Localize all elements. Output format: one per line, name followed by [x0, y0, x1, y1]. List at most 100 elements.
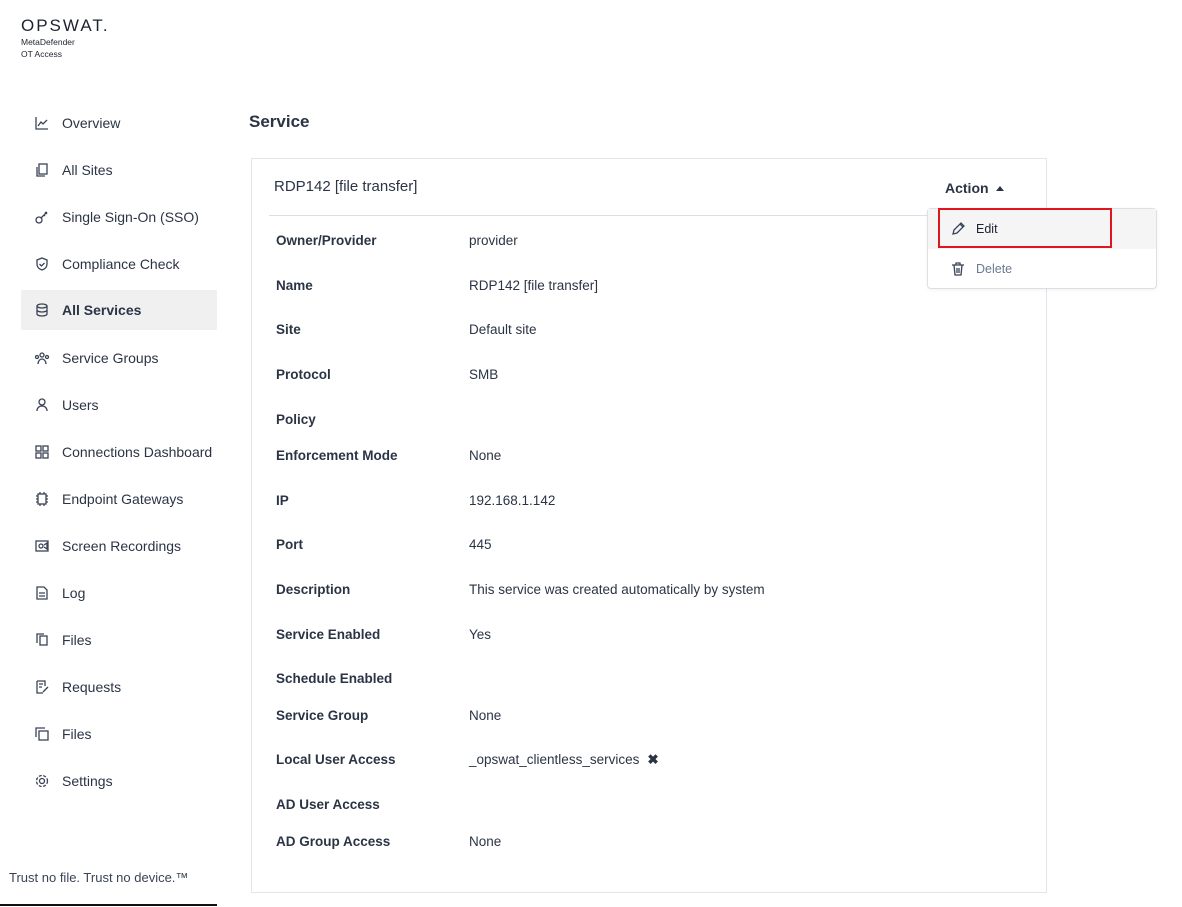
sidebar-item-label: All Sites [62, 161, 113, 178]
field-label: AD User Access [276, 797, 380, 812]
field-label: IP [276, 493, 289, 508]
sidebar-item-label: Users [62, 396, 99, 413]
sidebar-item-overview[interactable]: Overview [21, 99, 217, 146]
sidebar-item-files[interactable]: Files [21, 616, 217, 663]
field-label: AD Group Access [276, 834, 391, 849]
brand-name: OPSWAT. [21, 16, 110, 35]
field-label: Port [276, 537, 303, 552]
edit-note-icon [34, 679, 50, 695]
field-value-text: _opswat_clientless_services [469, 752, 640, 767]
chart-line-icon [34, 115, 50, 131]
video-icon [34, 538, 50, 554]
gear-icon [34, 773, 50, 789]
field-label: Owner/Provider [276, 233, 377, 248]
sidebar-item-settings[interactable]: Settings [21, 757, 217, 804]
sidebar-item-label: Endpoint Gateways [62, 490, 184, 507]
sidebar-item-label: Screen Recordings [62, 537, 182, 554]
sidebar-item-service-groups[interactable]: Service Groups [21, 334, 217, 381]
sidebar-item-label: Single Sign-On (SSO) [62, 208, 199, 225]
field-value-text: None [469, 708, 502, 723]
field-value: None [469, 708, 501, 723]
sidebar-item-files[interactable]: Files [21, 710, 217, 757]
sidebar-item-requests[interactable]: Requests [21, 663, 217, 710]
database-icon [34, 302, 50, 318]
sidebar-item-label: Settings [62, 772, 113, 789]
sidebar-item-log[interactable]: Log [21, 569, 217, 616]
field-value-text: provider [469, 233, 518, 248]
product-line1: MetaDefender [21, 37, 75, 47]
sidebar-item-compliance-check[interactable]: Compliance Check [21, 240, 217, 287]
highlight-box [938, 208, 1112, 248]
action-dropdown-button[interactable]: Action [945, 180, 1004, 196]
field-value: None [469, 448, 501, 463]
sidebar-item-users[interactable]: Users [21, 381, 217, 428]
square-stack-icon [34, 726, 50, 742]
field-label: Local User Access [276, 752, 396, 767]
document-icon [34, 585, 50, 601]
field-label: Policy [276, 412, 316, 427]
field-label: Description [276, 582, 351, 597]
field-label: Service Enabled [276, 627, 381, 642]
chip-icon [34, 491, 50, 507]
field-value-text: SMB [469, 367, 499, 382]
divider [0, 904, 217, 906]
remove-icon[interactable]: ✖ [647, 752, 658, 767]
sidebar-item-screen-recordings[interactable]: Screen Recordings [21, 522, 217, 569]
copy-icon [34, 162, 50, 178]
card-title: RDP142 [file transfer] [274, 178, 418, 195]
action-label: Action [945, 180, 989, 196]
product-line2: OT Access [21, 49, 62, 59]
field-value: provider [469, 233, 518, 248]
field-value-text: None [469, 834, 502, 849]
field-label: Site [276, 322, 301, 337]
field-value: 192.168.1.142 [469, 493, 555, 508]
field-value-text: 445 [469, 537, 492, 552]
sidebar-item-endpoint-gateways[interactable]: Endpoint Gateways [21, 475, 217, 522]
field-label: Schedule Enabled [276, 671, 393, 686]
sidebar-item-connections-dashboard[interactable]: Connections Dashboard [21, 428, 217, 475]
field-value: SMB [469, 367, 498, 382]
field-value: None [469, 834, 501, 849]
field-value-text: Default site [469, 322, 537, 337]
field-value: Default site [469, 322, 537, 337]
field-value-text: Yes [469, 627, 492, 642]
grid-icon [34, 444, 50, 460]
sidebar-item-label: Files [62, 631, 92, 648]
key-icon [34, 209, 50, 225]
files-icon [34, 632, 50, 648]
sidebar-item-all-sites[interactable]: All Sites [21, 146, 217, 193]
field-value: 445 [469, 537, 492, 552]
caret-up-icon [995, 186, 1004, 191]
tagline: Trust no file. Trust no device.™ [9, 870, 189, 885]
delete-label: Delete [976, 262, 1013, 276]
field-value-text: RDP142 [file transfer] [469, 278, 599, 293]
sidebar-item-label: Overview [62, 114, 121, 131]
sidebar-item-label: Requests [62, 678, 122, 695]
sidebar-item-label: All Services [62, 302, 142, 318]
field-value: _opswat_clientless_services ✖ [469, 752, 659, 768]
field-value: RDP142 [file transfer] [469, 278, 598, 293]
field-value: This service was created automatically b… [469, 582, 765, 597]
sidebar-item-label: Log [62, 584, 86, 601]
field-label: Name [276, 278, 313, 293]
field-value-text: None [469, 448, 502, 463]
field-value-text: This service was created automatically b… [469, 582, 765, 597]
sidebar-item-all-services[interactable]: All Services [21, 290, 217, 330]
sidebar-item-single-sign-on-sso[interactable]: Single Sign-On (SSO) [21, 193, 217, 240]
field-label: Service Group [276, 708, 369, 723]
sidebar-item-label: Compliance Check [62, 255, 180, 272]
user-icon [34, 397, 50, 413]
shield-check-icon [34, 256, 50, 272]
group-icon [34, 350, 50, 366]
menu-item-delete[interactable]: Delete [928, 249, 1156, 289]
field-label: Protocol [276, 367, 331, 382]
field-label: Enforcement Mode [276, 448, 398, 463]
field-value: Yes [469, 627, 491, 642]
page-title: Service [249, 112, 310, 131]
sidebar-item-label: Files [62, 725, 92, 742]
sidebar-item-label: Connections Dashboard [62, 443, 213, 460]
field-value-text: 192.168.1.142 [469, 493, 556, 508]
trash-icon [950, 261, 966, 277]
sidebar-item-label: Service Groups [62, 349, 159, 366]
sidebar-nav: Overview All Sites Single Sign-On (SSO) Com… [21, 99, 217, 804]
